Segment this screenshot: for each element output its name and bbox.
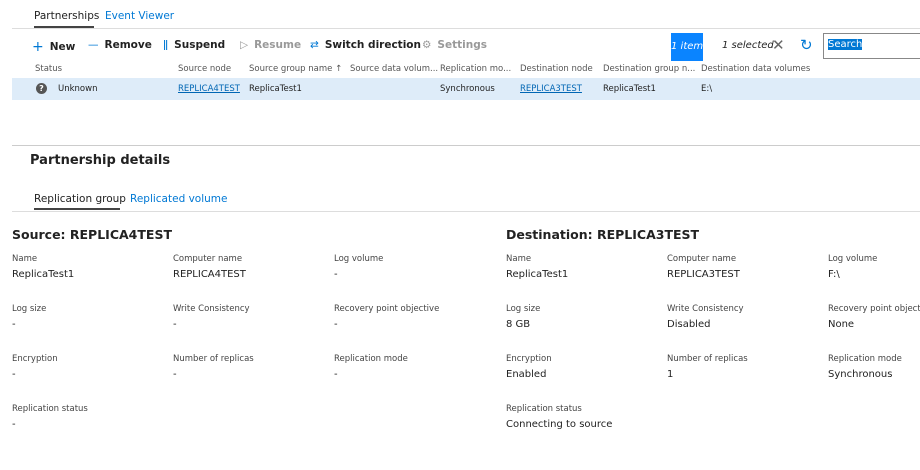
gear-icon: ⚙ [422, 39, 432, 51]
destination-name-label: Name [506, 254, 532, 264]
source-recovery-point-objective-label: Recovery point objective [334, 304, 440, 314]
destination-write-consistency-label: Write Consistency [667, 304, 744, 314]
remove-button[interactable]: — Remove [88, 39, 152, 51]
minus-icon: — [88, 39, 99, 51]
destination-write-consistency-value: Disabled [667, 319, 711, 330]
search-input[interactable]: Search [823, 33, 920, 59]
destination-heading: Destination: REPLICA3TEST [506, 227, 700, 242]
source-computer-name-label: Computer name [173, 254, 243, 264]
new-button[interactable]: + New [32, 39, 75, 55]
source-encryption-label: Encryption [12, 354, 58, 364]
item-count: 1 item [671, 33, 703, 61]
destination-number-of-replicas-value: 1 [667, 369, 674, 380]
destination-number-of-replicas-label: Number of replicas [667, 354, 748, 364]
tab-replicated-volume[interactable]: Replicated volume [130, 193, 227, 205]
source-number-of-replicas-label: Number of replicas [173, 354, 254, 364]
switch-arrows-icon: ⇄ [310, 39, 319, 51]
active-tab-indicator [34, 26, 94, 28]
active-tab-indicator [34, 208, 120, 210]
source-replication-mode-label: Replication mode [334, 354, 408, 364]
details-divider [12, 145, 920, 146]
destination-recovery-point-objective-value: None [828, 319, 855, 330]
destination-log-size-value: 8 GB [506, 319, 531, 330]
source-group-cell: ReplicaTest1 [249, 84, 302, 94]
col-destination-group-name[interactable]: Destination group n... [603, 64, 695, 74]
refresh-icon[interactable]: ↻ [800, 36, 813, 54]
table-row[interactable]: ? Unknown REPLICA4TEST ReplicaTest1 Sync… [12, 78, 920, 100]
tab-partnerships[interactable]: Partnerships [34, 10, 99, 22]
col-source-group-name[interactable]: Source group name ↑ [249, 64, 342, 74]
source-log-volume-value: - [334, 269, 338, 280]
destination-name-value: ReplicaTest1 [506, 269, 569, 280]
status-cell: Unknown [58, 84, 98, 94]
destination-group-cell: ReplicaTest1 [603, 84, 656, 94]
tab-replication-group[interactable]: Replication group [34, 193, 126, 205]
destination-computer-name-label: Computer name [667, 254, 737, 264]
source-recovery-point-objective-value: - [334, 319, 338, 330]
settings-button[interactable]: ⚙ Settings [422, 39, 487, 51]
source-log-size-label: Log size [12, 304, 47, 314]
destination-replication-status-value: Connecting to source [506, 419, 613, 430]
destination-replication-status-label: Replication status [506, 404, 582, 414]
source-log-volume-label: Log volume [334, 254, 384, 264]
col-destination-node[interactable]: Destination node [520, 64, 593, 74]
col-source-data-volumes[interactable]: Source data volum... [350, 64, 438, 74]
plus-icon: + [32, 39, 44, 55]
source-encryption-value: - [12, 369, 16, 380]
col-source-node[interactable]: Source node [178, 64, 231, 74]
details-title: Partnership details [30, 153, 171, 168]
destination-log-volume-value: F:\ [828, 269, 840, 280]
selected-count: 1 selected [722, 40, 774, 51]
source-computer-name-value: REPLICA4TEST [173, 269, 246, 280]
source-name-value: ReplicaTest1 [12, 269, 75, 280]
source-replication-status-label: Replication status [12, 404, 88, 414]
switch-direction-button[interactable]: ⇄ Switch direction [310, 39, 421, 51]
clear-selection-icon[interactable]: ✕ [772, 36, 785, 54]
unknown-status-icon: ? [36, 83, 47, 94]
tab-event-viewer[interactable]: Event Viewer [105, 10, 174, 22]
col-status[interactable]: Status [35, 64, 62, 74]
destination-encryption-label: Encryption [506, 354, 552, 364]
replication-mode-cell: Synchronous [440, 84, 495, 94]
destination-encryption-value: Enabled [506, 369, 547, 380]
destination-node-link[interactable]: REPLICA3TEST [520, 84, 582, 94]
destination-log-volume-label: Log volume [828, 254, 878, 264]
destination-replication-mode-value: Synchronous [828, 369, 893, 380]
destination-volumes-cell: E:\ [701, 84, 713, 94]
play-icon: ▷ [240, 39, 249, 51]
tabs-divider [12, 28, 920, 29]
subtabs-divider [12, 211, 920, 212]
source-replication-status-value: - [12, 419, 16, 430]
pause-icon: ǁ [163, 39, 169, 51]
destination-log-size-label: Log size [506, 304, 541, 314]
source-write-consistency-label: Write Consistency [173, 304, 250, 314]
source-heading: Source: REPLICA4TEST [12, 227, 172, 242]
col-replication-mode[interactable]: Replication mo... [440, 64, 511, 74]
source-replication-mode-value: - [334, 369, 338, 380]
source-log-size-value: - [12, 319, 16, 330]
source-number-of-replicas-value: - [173, 369, 177, 380]
resume-button[interactable]: ▷ Resume [240, 39, 301, 51]
destination-replication-mode-label: Replication mode [828, 354, 902, 364]
suspend-button[interactable]: ǁ Suspend [163, 39, 225, 51]
sort-ascending-icon: ↑ [335, 64, 343, 74]
source-node-link[interactable]: REPLICA4TEST [178, 84, 240, 94]
destination-recovery-point-objective-label: Recovery point objective [828, 304, 920, 314]
destination-computer-name-value: REPLICA3TEST [667, 269, 740, 280]
source-name-label: Name [12, 254, 38, 264]
source-write-consistency-value: - [173, 319, 177, 330]
col-destination-data-volumes[interactable]: Destination data volumes [701, 64, 810, 74]
